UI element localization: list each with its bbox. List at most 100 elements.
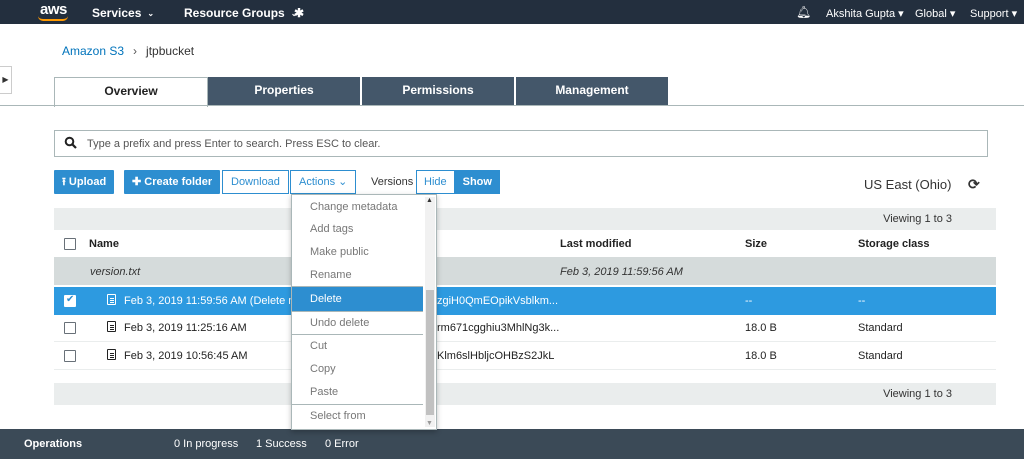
create-folder-label: Create folder — [144, 176, 213, 188]
pin-icon[interactable]: ✱ — [294, 6, 304, 20]
version-date[interactable]: Feb 3, 2019 11:59:56 AM (Delete mark — [124, 295, 313, 307]
column-last-modified[interactable]: Last modified — [560, 238, 632, 250]
chevron-down-icon: ⌄ — [147, 9, 155, 18]
aws-logo-smile-icon — [38, 16, 68, 21]
actions-dropdown: Change metadata Add tags Make public Ren… — [291, 194, 437, 430]
object-storage-class: Standard — [858, 322, 903, 334]
caret-down-icon: ▾ — [949, 8, 956, 20]
menu-item-undo-delete[interactable]: Undo delete — [292, 311, 423, 335]
column-name[interactable]: Name — [89, 238, 119, 250]
top-nav-bar: aws Services ⌄ Resource Groups ⌄ ✱ 🔔︎ Aksh… — [0, 0, 1024, 24]
scroll-down-icon[interactable]: ▼ — [426, 420, 433, 427]
viewing-bar-top: Viewing 1 to 3 — [54, 208, 996, 230]
operations-label[interactable]: Operations — [24, 438, 82, 450]
version-id: rm671cgghiu3MhlNg3k... — [437, 322, 560, 334]
table-row[interactable]: Feb 3, 2019 11:59:56 AM (Delete mark zgi… — [54, 287, 996, 315]
actions-label: Actions — [299, 176, 336, 188]
resource-groups-label: Resource Groups — [184, 6, 285, 20]
caret-down-icon: ▾ — [898, 8, 904, 20]
support-menu[interactable]: Support ▾ — [970, 7, 1017, 20]
version-id: Klm6slHbljcOHBzS2JkL — [437, 350, 555, 362]
breadcrumb-amazon-s3[interactable]: Amazon S3 — [62, 44, 124, 58]
region-menu[interactable]: Global ▾ — [915, 7, 955, 20]
error-count[interactable]: 0 Error — [325, 438, 359, 450]
menu-item-delete[interactable]: Delete — [292, 287, 423, 311]
row-checkbox[interactable] — [64, 294, 76, 307]
group-last-modified: Feb 3, 2019 11:59:56 AM — [560, 266, 683, 278]
download-button[interactable]: Download — [222, 170, 289, 194]
search-input[interactable] — [87, 135, 967, 152]
upload-button[interactable]: ⭱ Upload — [54, 170, 115, 194]
tab-bar: Overview Properties Permissions Manageme… — [54, 77, 670, 107]
in-progress-count[interactable]: 0 In progress — [174, 438, 238, 450]
menu-item-copy[interactable]: Copy — [292, 357, 423, 381]
menu-item-cut[interactable]: Cut — [292, 334, 423, 358]
column-storage-class[interactable]: Storage class — [858, 238, 930, 250]
file-icon — [107, 349, 116, 360]
version-date[interactable]: Feb 3, 2019 10:56:45 AM — [124, 350, 248, 362]
scrollbar-thumb[interactable] — [426, 290, 434, 415]
region-label: US East (Ohio) — [864, 177, 952, 192]
expand-panel-icon[interactable]: ▶ — [0, 66, 12, 94]
file-icon — [107, 321, 116, 332]
services-menu[interactable]: Services ⌄ — [92, 6, 154, 20]
chevron-down-icon: ⌄ — [338, 176, 348, 188]
table-row[interactable]: Feb 3, 2019 10:56:45 AM Klm6slHbljcOHBzS… — [54, 342, 996, 370]
versions-toggle: Hide Show — [416, 170, 500, 194]
region-label: Global — [915, 8, 947, 20]
versions-label: Versions — [371, 176, 414, 188]
viewing-count: Viewing 1 to 3 — [883, 213, 952, 225]
row-checkbox[interactable] — [64, 350, 76, 362]
services-label: Services — [92, 6, 142, 20]
menu-item-change-metadata[interactable]: Change metadata — [292, 195, 423, 219]
row-checkbox[interactable] — [64, 322, 76, 334]
search-box — [54, 130, 988, 157]
object-size: 18.0 B — [745, 322, 777, 334]
column-size[interactable]: Size — [745, 238, 767, 250]
resource-groups-menu[interactable]: Resource Groups ⌄ — [184, 6, 297, 20]
bell-icon[interactable]: 🔔︎ — [796, 5, 811, 19]
breadcrumb-bucket: jtpbucket — [146, 44, 195, 58]
version-date[interactable]: Feb 3, 2019 11:25:16 AM — [124, 322, 247, 334]
hide-versions-button[interactable]: Hide — [416, 170, 455, 194]
caret-down-icon: ▾ — [1011, 8, 1018, 20]
menu-item-paste[interactable]: Paste — [292, 380, 423, 404]
breadcrumb: Amazon S3 › jtpbucket — [62, 44, 194, 58]
viewing-count: Viewing 1 to 3 — [883, 388, 952, 400]
breadcrumb-separator: › — [133, 44, 138, 58]
user-name: Akshita Gupta — [826, 8, 896, 20]
tab-divider — [0, 105, 1024, 106]
show-versions-button[interactable]: Show — [454, 170, 500, 194]
object-group-row[interactable]: version.txt Feb 3, 2019 11:59:56 AM — [54, 258, 996, 285]
tab-overview[interactable]: Overview — [54, 77, 208, 107]
tab-permissions[interactable]: Permissions — [362, 77, 516, 105]
actions-button[interactable]: Actions ⌄ — [290, 170, 357, 194]
plus-icon: ✚ — [132, 176, 142, 188]
scroll-up-icon[interactable]: ▲ — [426, 197, 433, 204]
menu-item-add-tags[interactable]: Add tags — [292, 217, 423, 241]
menu-item-select-from[interactable]: Select from — [292, 404, 423, 428]
tab-management[interactable]: Management — [516, 77, 670, 105]
table-row[interactable]: Feb 3, 2019 11:25:16 AM rm671cgghiu3MhlN… — [54, 314, 996, 342]
version-id: zgiH0QmEOpikVsblkm... — [437, 295, 559, 307]
menu-item-make-public[interactable]: Make public — [292, 240, 423, 264]
object-size: -- — [745, 295, 753, 307]
group-name: version.txt — [90, 266, 141, 278]
user-menu[interactable]: Akshita Gupta ▾ — [826, 7, 904, 20]
object-storage-class: -- — [858, 295, 866, 307]
object-storage-class: Standard — [858, 350, 903, 362]
select-all-checkbox[interactable] — [64, 238, 76, 250]
search-icon — [64, 136, 77, 149]
support-label: Support — [970, 8, 1009, 20]
file-icon — [107, 294, 116, 305]
viewing-bar-bottom: Viewing 1 to 3 — [54, 383, 996, 405]
refresh-icon[interactable]: ⟳ — [968, 176, 980, 193]
dropdown-scrollbar[interactable]: ▲ ▼ — [425, 197, 435, 427]
tab-properties[interactable]: Properties — [208, 77, 362, 105]
create-folder-button[interactable]: ✚ Create folder — [124, 170, 221, 194]
success-count[interactable]: 1 Success — [256, 438, 307, 450]
upload-icon: ⭱ — [62, 176, 66, 188]
operations-footer: Operations 0 In progress 1 Success 0 Err… — [0, 429, 1024, 459]
object-size: 18.0 B — [745, 350, 777, 362]
menu-item-rename[interactable]: Rename — [292, 263, 423, 287]
